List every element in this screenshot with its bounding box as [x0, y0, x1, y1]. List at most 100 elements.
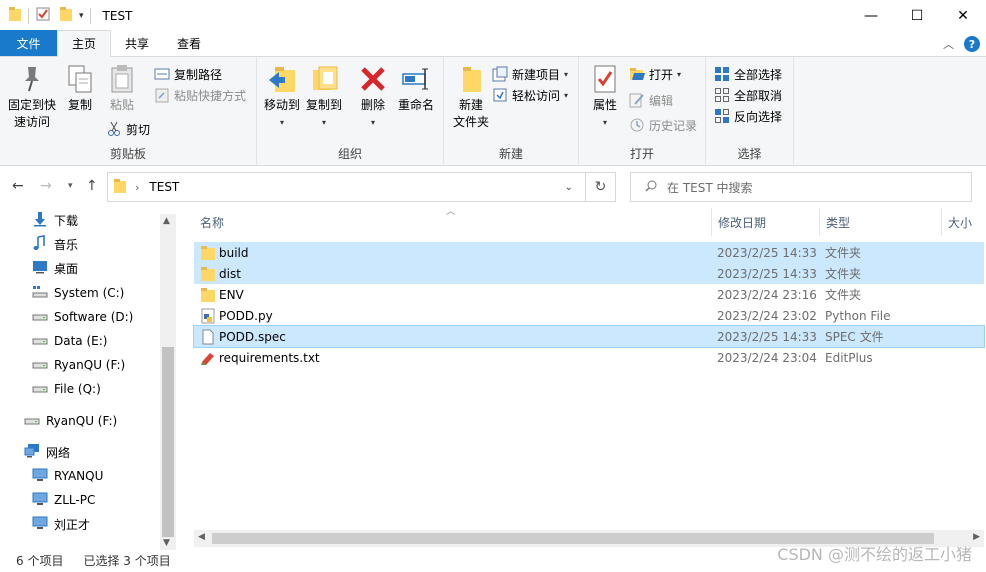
properties-qat-icon[interactable]: [35, 6, 51, 25]
scroll-down-icon[interactable]: ▼: [163, 538, 170, 548]
new-folder-qat-icon[interactable]: [59, 6, 73, 25]
drive-icon: [24, 414, 40, 429]
new-folder-button[interactable]: 新建 文件夹: [448, 63, 494, 131]
file-row[interactable]: PODD.py 2023/2/24 23:02 Python File: [194, 305, 984, 326]
copy-path-button[interactable]: 复制路径: [154, 64, 222, 84]
column-header-name[interactable]: 名称: [194, 208, 712, 236]
maximize-button[interactable]: ☐: [894, 0, 940, 31]
nav-item-zll-pc[interactable]: ZLL-PC: [32, 489, 95, 511]
file-row[interactable]: PODD.spec 2023/2/25 14:33 SPEC 文件: [193, 325, 985, 348]
history-icon: [629, 117, 645, 133]
scissors-icon: [106, 121, 122, 137]
refresh-icon: ↻: [594, 179, 607, 195]
ribbon: 固定到快 速访问 复制 粘贴 复制路径 粘贴快捷方式 剪切 剪贴板 移动到 ▾ …: [0, 57, 986, 166]
file-row[interactable]: dist 2023/2/25 14:33 文件夹: [194, 263, 984, 284]
close-button[interactable]: ✕: [940, 0, 986, 31]
scroll-up-icon[interactable]: ▲: [163, 216, 170, 226]
ribbon-collapse-icon[interactable]: ︿: [943, 36, 954, 52]
breadcrumb-current[interactable]: TEST: [149, 180, 179, 194]
nav-item-drive-d[interactable]: Software (D:): [32, 306, 133, 328]
copy-path-icon: [154, 66, 170, 82]
open-group-label: 打开: [629, 147, 654, 161]
forward-arrow-icon[interactable]: →: [40, 178, 52, 194]
nav-item-desktop[interactable]: 桌面: [32, 257, 78, 279]
open-button[interactable]: 打开 ▾: [629, 64, 681, 84]
select-none-icon: [714, 87, 730, 103]
select-none-button[interactable]: 全部取消: [714, 85, 782, 105]
rename-icon: [400, 63, 432, 95]
invert-selection-icon: [714, 108, 730, 124]
folder-icon: [113, 178, 127, 197]
tab-share[interactable]: 共享: [111, 30, 163, 56]
edit-button[interactable]: 编辑: [629, 90, 673, 110]
tab-file[interactable]: 文件: [0, 30, 57, 56]
nav-item-drive-e[interactable]: Data (E:): [32, 330, 107, 352]
file-row[interactable]: build 2023/2/25 14:33 文件夹: [194, 242, 984, 263]
organize-group: 移动到 ▾ 复制到 ▾ 删除 ▾ 重命名 组织: [257, 57, 444, 166]
tab-home[interactable]: 主页: [57, 30, 112, 57]
move-to-icon: [266, 63, 298, 95]
cut-button[interactable]: 剪切: [106, 119, 150, 139]
history-button[interactable]: 历史记录: [629, 115, 697, 135]
refresh-button[interactable]: ↻: [586, 172, 616, 202]
delete-x-icon: [357, 63, 389, 95]
computer-icon: [32, 492, 48, 509]
file-row[interactable]: requirements.txt 2023/2/24 23:04 EditPlu…: [194, 347, 984, 368]
nav-item-network[interactable]: 网络: [24, 441, 70, 463]
address-bar[interactable]: › TEST ⌄: [107, 172, 586, 202]
new-item-icon: [492, 66, 508, 82]
copy-button[interactable]: 复制: [62, 63, 98, 114]
nav-item-drive-q[interactable]: File (Q:): [32, 378, 101, 400]
select-all-icon: [714, 66, 730, 82]
nav-scrollbar-thumb[interactable]: [162, 347, 174, 537]
nav-item-music[interactable]: 音乐: [32, 233, 78, 255]
minimize-button[interactable]: —: [848, 0, 894, 31]
copy-to-icon: [308, 63, 340, 95]
copy-to-button[interactable]: 复制到 ▾: [303, 63, 345, 131]
nav-item-liuzhengcai[interactable]: 刘正才: [32, 513, 90, 535]
paste-button[interactable]: 粘贴: [104, 63, 140, 114]
folder-icon: [200, 287, 216, 303]
nav-item-drive-f[interactable]: RyanQU (F:): [32, 354, 125, 376]
nav-item-drive-f-root[interactable]: RyanQU (F:): [24, 410, 117, 432]
up-arrow-icon[interactable]: ↑: [86, 178, 98, 194]
file-icon: [200, 329, 216, 345]
invert-selection-button[interactable]: 反向选择: [714, 106, 782, 126]
pin-quick-access-button[interactable]: 固定到快 速访问: [6, 63, 58, 131]
rename-button[interactable]: 重命名: [395, 63, 437, 114]
item-count: 6 个项目: [16, 553, 64, 568]
column-header-date[interactable]: 修改日期: [712, 208, 820, 236]
delete-button[interactable]: 删除 ▾: [355, 63, 391, 131]
breadcrumb-chevron-icon[interactable]: ›: [135, 181, 139, 194]
scroll-right-icon[interactable]: ▶: [973, 532, 980, 542]
easy-access-button[interactable]: 轻松访问 ▾: [492, 85, 568, 105]
select-group: 全部选择 全部取消 反向选择 选择: [706, 57, 794, 166]
file-row[interactable]: ENV 2023/2/24 23:16 文件夹: [194, 284, 984, 305]
title-bar: ▾ TEST — ☐ ✕: [0, 0, 986, 31]
nav-item-ryanqu[interactable]: RYANQU: [32, 465, 103, 487]
qat-customize-icon[interactable]: ▾: [79, 11, 84, 21]
nav-scrollbar[interactable]: ▲ ▼: [160, 214, 176, 550]
nav-item-drive-c[interactable]: System (C:): [32, 282, 124, 304]
column-header-type[interactable]: 类型: [820, 208, 942, 236]
new-item-button[interactable]: 新建项目 ▾: [492, 64, 568, 84]
properties-button[interactable]: 属性 ▾: [585, 63, 625, 131]
nav-item-downloads[interactable]: 下载: [32, 209, 78, 231]
help-icon[interactable]: ?: [964, 36, 980, 52]
recent-locations-icon[interactable]: ▾: [68, 181, 73, 191]
column-header-size[interactable]: 大小: [942, 208, 986, 236]
back-arrow-icon[interactable]: ←: [12, 178, 24, 194]
search-input[interactable]: 在 TEST 中搜索: [630, 172, 972, 202]
address-dropdown-icon[interactable]: ⌄: [565, 182, 573, 193]
network-icon: [24, 443, 40, 462]
select-all-button[interactable]: 全部选择: [714, 64, 782, 84]
folder-icon: [200, 245, 216, 261]
paste-shortcut-button[interactable]: 粘贴快捷方式: [154, 85, 246, 105]
clipboard-group-label: 剪贴板: [109, 147, 146, 161]
tab-view[interactable]: 查看: [163, 30, 215, 56]
move-to-button[interactable]: 移动到 ▾: [261, 63, 303, 131]
select-group-label: 选择: [737, 147, 762, 161]
edit-icon: [629, 92, 645, 108]
scroll-left-icon[interactable]: ◀: [198, 532, 205, 542]
open-folder-icon: [629, 66, 645, 82]
